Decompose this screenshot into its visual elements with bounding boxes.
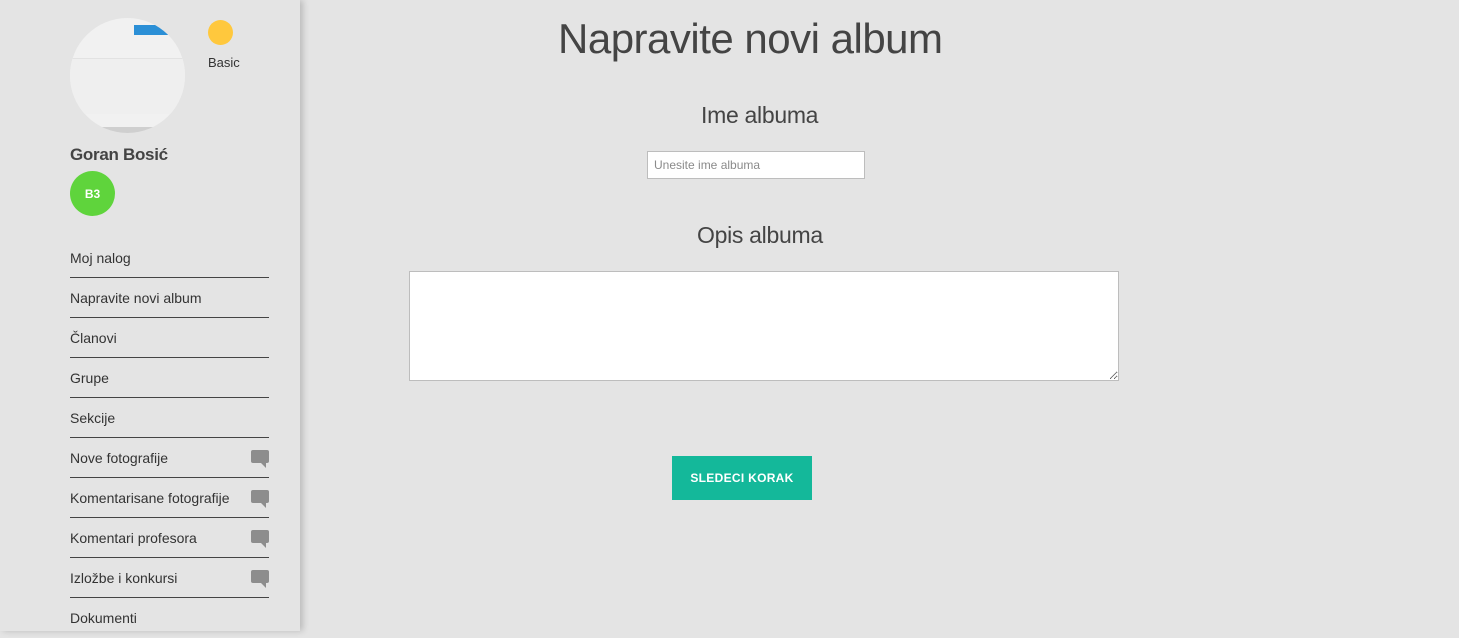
sidebar-item-label: Moj nalog: [70, 250, 131, 266]
sidebar: Basic Goran Bosić B3 Moj nalog Napravite…: [0, 0, 300, 631]
sidebar-item-grupe[interactable]: Grupe: [70, 358, 269, 398]
avatar-ribbon: [134, 25, 168, 35]
sidebar-item-sekcije[interactable]: Sekcije: [70, 398, 269, 438]
sidebar-item-label: Nove fotografije: [70, 450, 169, 466]
level-label: Basic: [208, 55, 240, 70]
sidebar-item-napravite-novi-album[interactable]: Napravite novi album: [70, 278, 269, 318]
sidebar-item-label: Grupe: [70, 370, 109, 386]
sidebar-item-clanovi[interactable]: Članovi: [70, 318, 269, 358]
sidebar-item-moj-nalog[interactable]: Moj nalog: [70, 238, 269, 278]
sidebar-item-label: Komentari profesora: [70, 530, 197, 546]
album-description-textarea[interactable]: [409, 271, 1119, 381]
album-name-input[interactable]: [647, 151, 865, 179]
chat-bubble-icon[interactable]: [251, 570, 269, 588]
sidebar-item-izlozbe-i-konkursi[interactable]: Izložbe i konkursi: [70, 558, 269, 598]
sidebar-item-label: Napravite novi album: [70, 290, 202, 306]
sidebar-item-label: Izložbe i konkursi: [70, 570, 178, 586]
user-name: Goran Bosić: [70, 145, 168, 164]
chat-bubble-icon[interactable]: [251, 490, 269, 508]
sidebar-item-nove-fotografije[interactable]: Nove fotografije: [70, 438, 269, 478]
sidebar-item-komentarisane-fotografije[interactable]: Komentarisane fotografije: [70, 478, 269, 518]
sidebar-item-label: Dokumenti: [70, 610, 137, 626]
sidebar-item-dokumenti[interactable]: Dokumenti: [70, 598, 269, 637]
sidebar-item-label: Komentarisane fotografije: [70, 490, 230, 506]
chat-bubble-icon[interactable]: [251, 530, 269, 548]
main-content: Napravite novi album Ime albuma Opis alb…: [305, 0, 1459, 631]
sidebar-item-label: Sekcije: [70, 410, 116, 426]
page-title: Napravite novi album: [558, 15, 943, 62]
album-description-label: Opis albuma: [697, 222, 823, 248]
level-dot-icon: [208, 20, 233, 45]
next-step-button[interactable]: SLEDECI KORAK: [672, 456, 812, 500]
class-badge: B3: [70, 171, 115, 216]
avatar[interactable]: [70, 18, 185, 133]
sidebar-menu: Moj nalog Napravite novi album Članovi G…: [70, 238, 269, 637]
sidebar-item-label: Članovi: [70, 330, 117, 346]
chat-bubble-icon[interactable]: [251, 450, 269, 468]
sidebar-item-komentari-profesora[interactable]: Komentari profesora: [70, 518, 269, 558]
album-name-label: Ime albuma: [701, 102, 819, 128]
